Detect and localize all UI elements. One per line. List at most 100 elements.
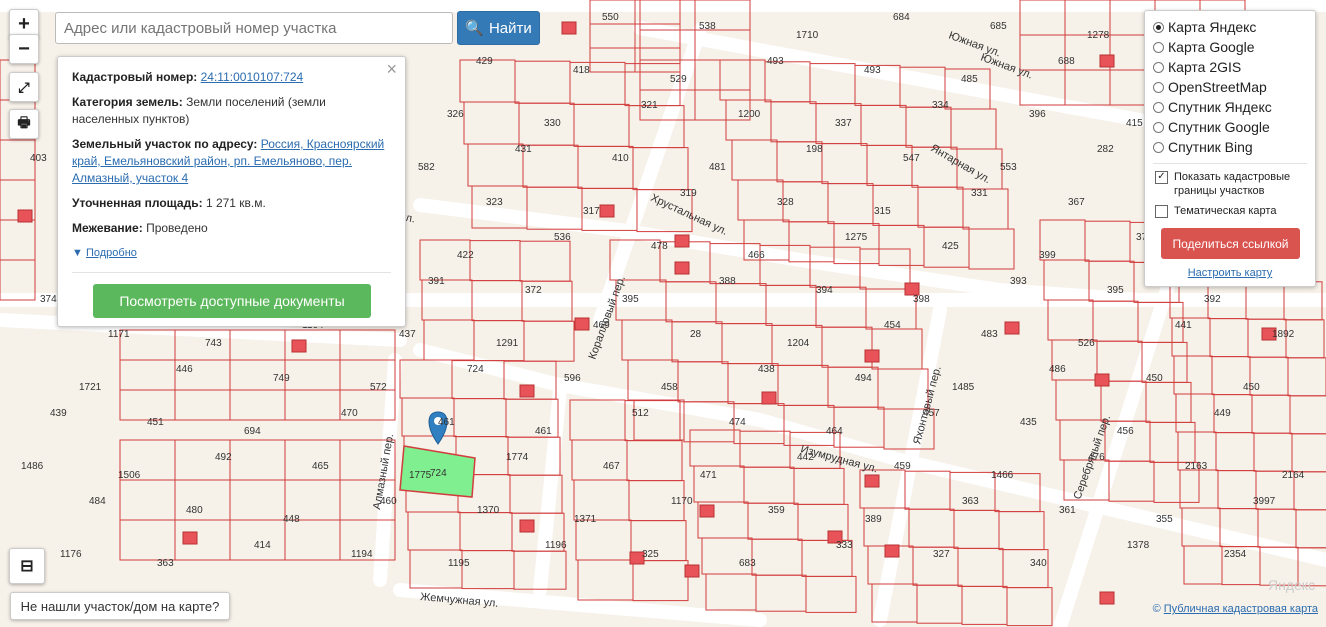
layer-option[interactable]: Спутник Google	[1153, 117, 1307, 137]
parcel-number-label: 1892	[1272, 329, 1295, 340]
parcel-number-label: 340	[1030, 558, 1047, 569]
ruler-icon: ⊟	[20, 558, 34, 575]
details-link[interactable]: Подробно	[86, 247, 137, 259]
cadastral-number-link[interactable]: 24:11:0010107:724	[201, 70, 304, 84]
layer-option[interactable]: Спутник Bing	[1153, 137, 1307, 157]
building	[864, 474, 880, 488]
radio-icon	[1153, 141, 1164, 153]
parcel-number-label: 685	[990, 21, 1007, 32]
building	[1004, 321, 1020, 335]
view-documents-button[interactable]: Посмотреть доступные документы	[93, 284, 371, 318]
parcel-number-label: 326	[447, 109, 464, 120]
parcel-number-label: 456	[1117, 426, 1134, 437]
thematic-map-checkbox[interactable]: Тематическая карта	[1153, 204, 1307, 218]
copyright-icon: ©	[1152, 603, 1161, 615]
parcel-number-label: 198	[806, 144, 823, 155]
parcel-number-label: 553	[1000, 162, 1017, 173]
parcel-number-label: 359	[768, 505, 785, 516]
parcel-number-label: 483	[981, 329, 998, 340]
parcel-number-label: 451	[147, 417, 164, 428]
layer-option[interactable]: Карта Яндекс	[1153, 17, 1307, 37]
parcel-number-label: 334	[932, 100, 949, 111]
parcel-number-label: 321	[641, 100, 658, 111]
parcel-number-label: 683	[739, 558, 756, 569]
building	[1099, 591, 1115, 605]
print-button[interactable]: 🖶	[9, 109, 39, 139]
parcel-number-label: 355	[1156, 514, 1173, 525]
address-label: Земельный участок по адресу:	[72, 137, 258, 151]
parcel-number-label: 2354	[1224, 549, 1247, 560]
parcel-number-label: 361	[1059, 505, 1076, 516]
parcel-number-label: 372	[525, 285, 542, 296]
setup-map-link[interactable]: Настроить карту	[1145, 267, 1315, 279]
fullscreen-button[interactable]: ⤢	[9, 72, 39, 102]
parcel-number-label: 466	[748, 250, 765, 261]
building	[17, 209, 33, 223]
building	[1094, 373, 1110, 387]
building	[699, 504, 715, 518]
radio-icon	[1153, 81, 1164, 93]
share-link-button[interactable]: Поделиться ссылкой	[1161, 228, 1300, 259]
parcel-number-label: 2164	[1282, 470, 1305, 481]
layer-option[interactable]: Спутник Яндекс	[1153, 97, 1307, 117]
radio-icon	[1153, 121, 1164, 133]
parcel-number-label: 493	[864, 65, 881, 76]
not-found-button[interactable]: Не нашли участок/дом на карте?	[10, 592, 230, 620]
layer-option[interactable]: Карта 2GIS	[1153, 57, 1307, 77]
layer-option[interactable]: Карта Google	[1153, 37, 1307, 57]
show-borders-label: Показать кадастровые границы участков	[1174, 171, 1291, 197]
layer-option-label: Карта Google	[1168, 39, 1255, 55]
ruler-button[interactable]: ⊟	[9, 548, 45, 584]
layer-option[interactable]: OpenStreetMap	[1153, 77, 1307, 97]
parcel-number-label: 363	[157, 558, 174, 569]
parcel-number-label: 367	[1068, 197, 1085, 208]
building	[599, 204, 615, 218]
parcel-number-label: 441	[1175, 320, 1192, 331]
find-button[interactable]: 🔍 Найти	[457, 11, 540, 45]
building	[574, 317, 590, 331]
close-icon[interactable]: ×	[386, 60, 397, 78]
parcel-number-label: 1710	[796, 30, 819, 41]
parcel-number-label: 317	[583, 206, 600, 217]
parcel-number-label: 596	[564, 373, 581, 384]
parcel-number-label: 1194	[351, 549, 373, 560]
parcel-number-label: 388	[719, 276, 736, 287]
parcel-number-label: 450	[1146, 373, 1163, 384]
search-input[interactable]	[55, 12, 453, 44]
attribution-link[interactable]: Публичная кадастровая карта	[1164, 603, 1318, 615]
building	[182, 531, 198, 545]
parcel-number-label: 1195	[448, 558, 470, 569]
search-icon: 🔍	[465, 20, 484, 37]
area-label: Уточненная площадь:	[72, 196, 203, 210]
parcel-number-label: 1466	[991, 470, 1014, 481]
parcel-number-label: 422	[457, 250, 474, 261]
parcel-number-label: 1486	[21, 461, 44, 472]
parcel-number-label: 425	[942, 241, 959, 252]
parcel-number-label: 395	[1107, 285, 1124, 296]
area-value: 1 271 кв.м.	[205, 196, 266, 210]
parcel-number-label: 1774	[506, 452, 529, 463]
building	[674, 234, 690, 248]
building	[519, 384, 535, 398]
parcel-number-label: 450	[1243, 382, 1260, 393]
building	[864, 349, 880, 363]
parcel-number-label: 403	[30, 153, 47, 164]
parcel-number-label: 398	[913, 294, 930, 305]
parcel-number-label: 1275	[845, 232, 868, 243]
parcel-number-label: 439	[50, 408, 67, 419]
parcel-number-label: 410	[612, 153, 629, 164]
parcel-number-label: 449	[1214, 408, 1231, 419]
parcel-number-label: 547	[903, 153, 920, 164]
parcel-number-label: 484	[89, 496, 106, 507]
parcel-number-label: 431	[515, 144, 532, 155]
show-borders-checkbox[interactable]: ✓ Показать кадастровые границы участков	[1153, 170, 1307, 198]
parcel-number-label: 471	[700, 470, 717, 481]
parcel-number-label: 1378	[1127, 540, 1150, 551]
radio-icon	[1153, 101, 1164, 113]
parcel-number-label: 464	[826, 426, 843, 437]
parcel-number-label: 526	[1078, 338, 1095, 349]
zoom-out-button[interactable]: −	[9, 34, 39, 64]
parcel-number-label: 1775	[409, 470, 432, 481]
parcel-number-label: 323	[486, 197, 503, 208]
parcel-number-label: 363	[962, 496, 979, 507]
